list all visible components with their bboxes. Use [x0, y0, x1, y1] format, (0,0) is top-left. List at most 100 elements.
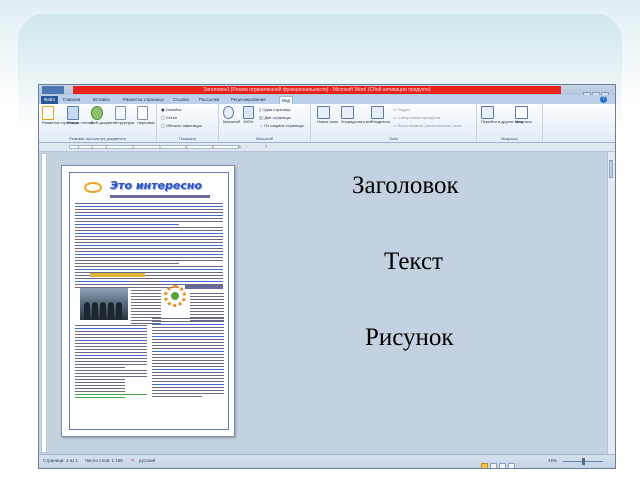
- vertical-ruler[interactable]: [41, 153, 47, 453]
- split-button[interactable]: Разделить: [371, 106, 390, 124]
- section-heading-right: [185, 285, 223, 289]
- vertical-scrollbar[interactable]: [607, 152, 615, 454]
- arrange-all-icon: [341, 106, 354, 119]
- one-page-button[interactable]: ▯ Одна страница: [259, 107, 290, 112]
- word-count[interactable]: Число слов: 1 165: [85, 458, 123, 463]
- print-layout-view-icon[interactable]: [481, 463, 488, 468]
- group-label: Окно: [388, 136, 399, 141]
- zoom-100-icon: [243, 106, 254, 119]
- full-screen-reading-button[interactable]: Режим чтения: [67, 106, 93, 125]
- switch-windows-icon: [481, 106, 494, 119]
- window-controls: [582, 86, 612, 99]
- side-by-side-button[interactable]: ▭ Рядом: [393, 107, 410, 112]
- arrange-all-button[interactable]: Упорядочить все: [341, 106, 372, 124]
- zoom-button[interactable]: Масштаб: [223, 106, 240, 124]
- group-label: Режимы просмотра документа: [69, 136, 126, 141]
- new-window-icon: [317, 106, 330, 119]
- zoom-level[interactable]: 45%: [548, 458, 557, 463]
- help-icon[interactable]: ?: [600, 96, 607, 103]
- quick-access-toolbar[interactable]: [42, 86, 64, 94]
- group-zoom: Масштаб 100% ▯ Одна страница ▯▯ Две стра…: [219, 104, 311, 142]
- zoom-slider-knob[interactable]: [582, 458, 585, 465]
- sun-core: [171, 292, 179, 300]
- arrange-all-label: Упорядочить все: [341, 119, 373, 124]
- banner-title: Это интересно: [110, 179, 202, 192]
- status-bar: Страница: 1 из 1 Число слов: 1 165 ✎ рус…: [39, 454, 615, 468]
- zoom-100-label: 100%: [243, 119, 254, 124]
- tab-page-layout[interactable]: Разметка страницы: [123, 96, 164, 104]
- banner-logo-icon: [84, 182, 102, 193]
- reset-window-position-button[interactable]: ▭ Восстановить расположение окна: [393, 123, 461, 128]
- page-width-button[interactable]: ⇔ По ширине страницы: [259, 123, 304, 128]
- gridlines-checkbox[interactable]: ▢ Сетка: [161, 115, 177, 120]
- synchronous-scrolling-button[interactable]: ▭ Синхронная прокрутка: [393, 115, 440, 120]
- draft-button[interactable]: Черновик: [137, 106, 155, 125]
- tab-view[interactable]: Вид: [279, 96, 294, 104]
- zoom-icon: [223, 106, 234, 119]
- outline-icon: [115, 106, 126, 120]
- split-label: Разделить: [371, 119, 391, 124]
- group-macros: Перейти в другое окно Макросы Макросы: [477, 104, 543, 142]
- language[interactable]: русский: [139, 458, 155, 463]
- new-window-label: Новое окно: [317, 119, 339, 124]
- zoom-100-button[interactable]: 100%: [243, 106, 254, 124]
- web-icon: [91, 106, 103, 120]
- tab-mailings[interactable]: Рассылки: [199, 96, 219, 104]
- ruler-checkbox[interactable]: ▣ Линейка: [161, 107, 181, 112]
- proofing-icon[interactable]: ✎: [131, 458, 135, 464]
- page-count[interactable]: Страница: 1 из 1: [43, 458, 78, 463]
- label-picture: Рисунок: [365, 324, 454, 351]
- label-text: Текст: [384, 248, 443, 275]
- new-window-button[interactable]: Новое окно: [317, 106, 338, 124]
- outline-view-icon[interactable]: [508, 463, 515, 468]
- ruler-marks: · 1 · 2 · 1 · · · 2 · · · 3 · · · 4 · · …: [71, 144, 276, 149]
- print-layout-icon: [42, 106, 54, 120]
- side-by-side-label: Рядом: [397, 107, 410, 112]
- horizontal-ruler[interactable]: · 1 · 2 · 1 · · · 2 · · · 3 · · · 4 · · …: [39, 143, 615, 152]
- reset-window-position-label: Восстановить расположение окна: [397, 123, 462, 128]
- window-title: Заголовок1 [Режим ограниченной функциона…: [203, 87, 431, 93]
- group-label: Макросы: [501, 136, 518, 141]
- ribbon: Разметка страницы Режим чтения Веб-докум…: [39, 104, 615, 143]
- scrollbar-thumb[interactable]: [609, 160, 613, 178]
- lower-right-text: [152, 318, 224, 399]
- lower-left-text: [75, 325, 147, 400]
- outline-label: Структура: [115, 120, 134, 125]
- tab-file[interactable]: Файл: [41, 96, 59, 104]
- split-icon: [371, 106, 384, 119]
- title-bar-highlight: Заголовок1 [Режим ограниченной функциона…: [73, 86, 561, 94]
- title-bar: Заголовок1 [Режим ограниченной функциона…: [39, 85, 615, 99]
- sun-graphic-icon: [164, 285, 186, 307]
- group-window: Новое окно Упорядочить все Разделить ▭ Р…: [311, 104, 477, 142]
- section-heading: [90, 273, 145, 277]
- two-pages-label: Две страницы: [264, 115, 291, 120]
- reading-view-icon[interactable]: [490, 463, 497, 468]
- web-view-icon[interactable]: [499, 463, 506, 468]
- one-page-label: Одна страница: [262, 107, 291, 112]
- document-page[interactable]: Это интересно: [61, 165, 235, 437]
- ribbon-tabs: Файл Главная Вставка Разметка страницы С…: [39, 95, 615, 104]
- macros-icon: [515, 106, 528, 119]
- web-label: Веб-документ: [91, 120, 117, 125]
- tab-references[interactable]: Ссылки: [173, 96, 189, 104]
- tab-home[interactable]: Главная: [63, 96, 80, 104]
- page-border: Это интересно: [69, 172, 229, 430]
- two-pages-button[interactable]: ▯▯ Две страницы: [259, 115, 291, 120]
- navigation-pane-checkbox[interactable]: ▢ Область навигации: [161, 123, 202, 128]
- zoom-label: Масштаб: [223, 119, 241, 124]
- draft-label: Черновик: [137, 120, 155, 125]
- outline-button[interactable]: Структура: [115, 106, 134, 125]
- view-buttons: [481, 457, 525, 468]
- macros-label: Макросы: [515, 119, 532, 124]
- group-label: Масштаб: [255, 136, 274, 141]
- gridlines-label: Сетка: [165, 115, 177, 120]
- tab-review[interactable]: Рецензирование: [231, 96, 266, 104]
- web-layout-button[interactable]: Веб-документ: [91, 106, 117, 125]
- macros-button[interactable]: Макросы: [515, 106, 532, 124]
- group-show: ▣ Линейка ▢ Сетка ▢ Область навигации По…: [157, 104, 219, 142]
- group-label: Показать: [178, 136, 196, 141]
- reading-label: Режим чтения: [67, 120, 94, 125]
- draft-icon: [137, 106, 148, 120]
- reading-icon: [67, 106, 79, 120]
- tab-insert[interactable]: Вставка: [93, 96, 110, 104]
